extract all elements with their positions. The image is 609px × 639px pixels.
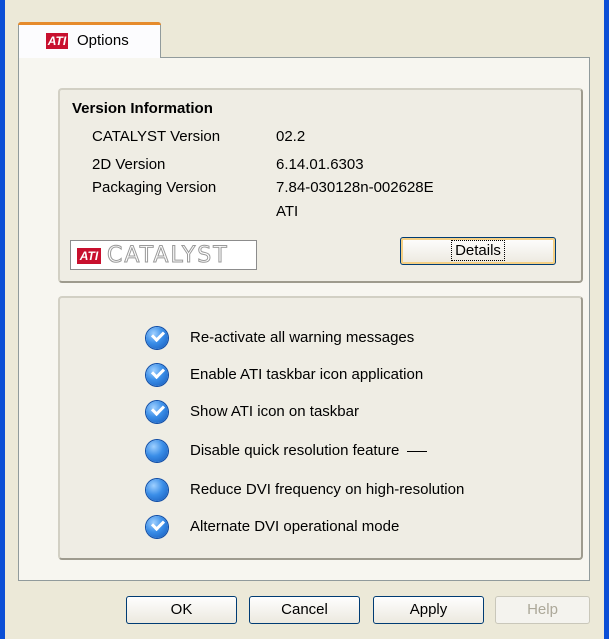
tab-label: Options bbox=[77, 32, 129, 49]
details-button[interactable]: Details bbox=[400, 237, 556, 265]
apply-button-label: Apply bbox=[409, 601, 448, 618]
version-information-group: Version Information CATALYST Version 02.… bbox=[58, 88, 583, 283]
option-label: Disable quick resolution feature bbox=[190, 442, 428, 459]
window-border-right bbox=[604, 0, 609, 639]
version-information-title: Version Information bbox=[72, 100, 213, 117]
window-border-left bbox=[0, 0, 5, 639]
checkbox-enable-taskbar-app[interactable] bbox=[146, 364, 168, 386]
cancel-button[interactable]: Cancel bbox=[249, 596, 360, 624]
catalyst-logo: ATI CATALYST bbox=[70, 240, 257, 270]
ok-button-label: OK bbox=[170, 601, 193, 618]
tab-options[interactable]: ATI Options bbox=[18, 22, 161, 58]
dash-mark bbox=[407, 450, 428, 452]
checkbox-reactivate-warnings[interactable] bbox=[146, 327, 168, 349]
2d-version-value: 6.14.01.6303 bbox=[276, 156, 364, 173]
option-label: Show ATI icon on taskbar bbox=[190, 403, 359, 420]
option-reduce-dvi-frequency[interactable]: Reduce DVI frequency on high-resolution bbox=[146, 478, 566, 502]
ati-logo-icon: ATI bbox=[77, 248, 101, 264]
ati-logo-icon: ATI bbox=[46, 33, 68, 49]
catalyst-version-label: CATALYST Version bbox=[92, 128, 221, 145]
packaging-version-value: 7.84-030128n-002628E bbox=[276, 179, 434, 196]
option-show-ati-icon[interactable]: Show ATI icon on taskbar bbox=[146, 400, 566, 424]
option-label: Re-activate all warning messages bbox=[190, 329, 415, 346]
option-enable-taskbar-app[interactable]: Enable ATI taskbar icon application bbox=[146, 363, 566, 387]
help-button-label: Help bbox=[527, 601, 558, 618]
options-group: Re-activate all warning messages Enable … bbox=[58, 296, 583, 560]
details-button-label: Details bbox=[451, 240, 505, 261]
vendor-value: ATI bbox=[276, 203, 299, 220]
2d-version-label: 2D Version bbox=[92, 156, 166, 173]
option-disable-quick-resolution[interactable]: Disable quick resolution feature bbox=[146, 439, 566, 463]
checkbox-reduce-dvi-frequency[interactable] bbox=[146, 479, 168, 501]
checkbox-show-ati-icon[interactable] bbox=[146, 401, 168, 423]
checkbox-disable-quick-resolution[interactable] bbox=[146, 440, 168, 462]
checkbox-alternate-dvi-mode[interactable] bbox=[146, 516, 168, 538]
help-button[interactable]: Help bbox=[495, 596, 590, 624]
option-reactivate-warnings[interactable]: Re-activate all warning messages bbox=[146, 326, 566, 350]
option-label: Enable ATI taskbar icon application bbox=[190, 366, 424, 383]
option-alternate-dvi-mode[interactable]: Alternate DVI operational mode bbox=[146, 515, 566, 539]
apply-button[interactable]: Apply bbox=[373, 596, 484, 624]
catalyst-version-value: 02.2 bbox=[276, 128, 306, 145]
catalyst-wordmark: CATALYST bbox=[107, 243, 229, 269]
packaging-version-label: Packaging Version bbox=[92, 179, 217, 196]
option-label-text: Disable quick resolution feature bbox=[190, 442, 400, 459]
option-label: Reduce DVI frequency on high-resolution bbox=[190, 481, 465, 498]
cancel-button-label: Cancel bbox=[281, 601, 328, 618]
option-label: Alternate DVI operational mode bbox=[190, 518, 400, 535]
ok-button[interactable]: OK bbox=[126, 596, 237, 624]
